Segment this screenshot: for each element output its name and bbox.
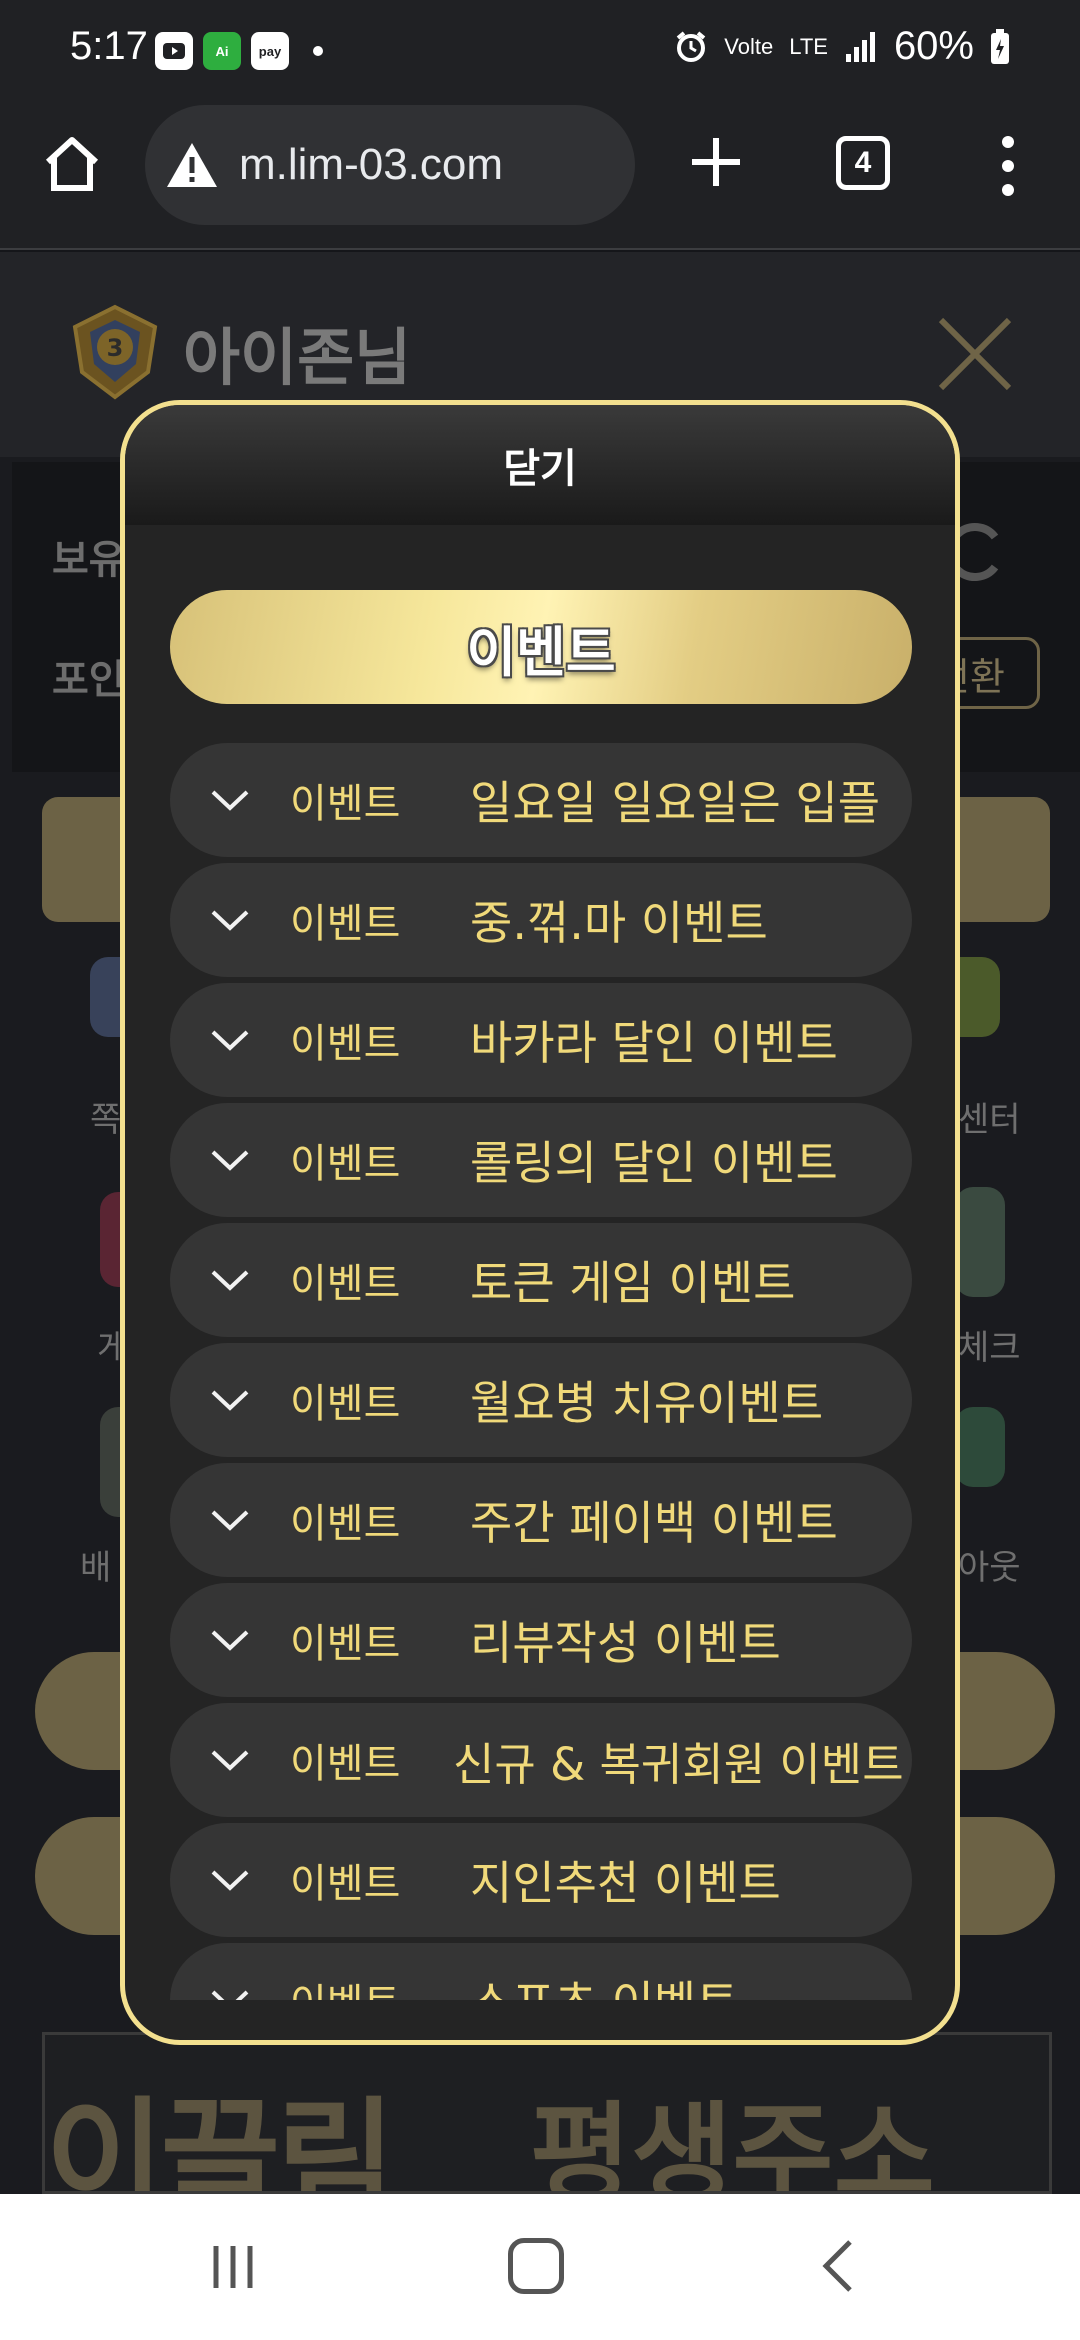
status-bar: 5:17 Ai pay Volte LTE 60% — [0, 0, 1080, 100]
background-banner: 이끌림 평생주소 — [42, 2032, 1052, 2194]
svg-text:3: 3 — [107, 334, 124, 362]
event-name: 스포츠 이벤트 — [470, 1967, 739, 2000]
event-category: 이벤트 — [290, 901, 401, 947]
event-item[interactable]: 이벤트 월요병 치유이벤트 — [170, 1343, 912, 1457]
chevron-down-icon — [211, 1990, 249, 2000]
event-item[interactable]: 이벤트 일요일 일요일은 입플 — [170, 743, 912, 857]
event-name: 월요병 치유이벤트 — [470, 1376, 824, 1430]
event-name: 일요일 일요일은 입플 — [470, 776, 881, 830]
screen: 5:17 Ai pay Volte LTE 60% m.lim-03.com 4 — [0, 0, 1080, 2340]
home-button-icon[interactable] — [508, 2238, 564, 2294]
tab-switcher-button[interactable]: 4 — [836, 136, 890, 190]
background-point-label: 포인 — [52, 657, 126, 703]
background-left-label-1: 쪽 — [90, 1100, 122, 1140]
background-close-icon — [938, 317, 1012, 391]
background-logout-icon — [955, 1407, 1005, 1487]
event-item[interactable]: 이벤트 지인추천 이벤트 — [170, 1823, 912, 1937]
system-icons: Volte LTE 60% — [674, 24, 1010, 69]
more-notifications-dot-icon — [313, 46, 323, 56]
event-category: 이벤트 — [290, 781, 401, 827]
chevron-down-icon — [211, 1030, 249, 1051]
event-name: 리뷰작성 이벤트 — [470, 1616, 781, 1670]
chevron-down-icon — [211, 1750, 249, 1771]
background-username: 아이존님 — [183, 321, 412, 394]
chevron-down-icon — [211, 1270, 249, 1291]
event-list[interactable]: 이벤트 일요일 일요일은 입플 이벤트 중.꺾.마 이벤트 이벤트 바카라 달인… — [170, 743, 912, 2000]
modal-header: 닫기 — [125, 405, 955, 525]
event-category: 이벤트 — [290, 1861, 401, 1907]
background-check-icon — [955, 1187, 1005, 1297]
event-name: 토큰 게임 이벤트 — [470, 1256, 796, 1310]
event-category: 이벤트 — [290, 1021, 401, 1067]
modal-body[interactable]: 이벤트 이벤트 일요일 일요일은 입플 이벤트 중.꺾.마 이벤트 이벤트 바카… — [125, 525, 955, 2000]
event-item[interactable]: 이벤트 롤링의 달인 이벤트 — [170, 1103, 912, 1217]
event-item[interactable]: 이벤트 리뷰작성 이벤트 — [170, 1583, 912, 1697]
browser-menu-icon[interactable] — [996, 136, 1020, 196]
chevron-down-icon — [211, 1150, 249, 1171]
status-time: 5:17 — [70, 24, 148, 68]
event-category: 이벤트 — [290, 1621, 401, 1667]
level-badge-icon: 3 — [72, 304, 158, 400]
battery-icon — [991, 28, 1009, 64]
event-item[interactable]: 이벤트 주간 페이백 이벤트 — [170, 1463, 912, 1577]
lte-indicator: LTE — [789, 33, 828, 59]
pay-icon: pay — [251, 32, 289, 70]
event-title: 이벤트 — [466, 620, 616, 684]
event-name: 중.꺾.마 이벤트 — [470, 896, 768, 950]
background-right-label-3: 아웃 — [958, 1548, 1021, 1588]
messaging-icon-label: Ai — [215, 43, 229, 59]
chevron-down-icon — [211, 1510, 249, 1531]
tab-count: 4 — [854, 146, 872, 179]
background-right-label-2: 체크 — [958, 1328, 1021, 1368]
event-name: 주간 페이백 이벤트 — [470, 1496, 838, 1550]
chevron-down-icon — [211, 1870, 249, 1891]
event-item[interactable]: 이벤트 바카라 달인 이벤트 — [170, 983, 912, 1097]
address-bar[interactable]: m.lim-03.com — [145, 105, 635, 225]
event-item[interactable]: 이벤트 신규 & 복귀회원 이벤트 — [170, 1703, 912, 1817]
back-icon[interactable] — [818, 2238, 858, 2294]
url-text[interactable]: m.lim-03.com — [239, 140, 503, 190]
alarm-icon — [677, 30, 706, 62]
signal-icon — [845, 31, 875, 62]
messaging-icon: Ai — [203, 32, 241, 70]
new-tab-plus-icon[interactable] — [684, 130, 748, 194]
event-modal: 닫기 이벤트 이벤트 일요일 일요일은 입플 이벤트 중.꺾.마 이벤트 이벤트… — [120, 400, 960, 2045]
event-category: 이벤트 — [290, 1501, 401, 1547]
event-name: 지인추천 이벤트 — [470, 1856, 781, 1910]
system-navigation-bar — [0, 2194, 1080, 2340]
event-item[interactable]: 이벤트 스포츠 이벤트 — [170, 1943, 912, 2000]
browser-toolbar: m.lim-03.com 4 — [0, 100, 1080, 250]
youtube-icon — [155, 32, 193, 70]
event-category: 이벤트 — [290, 1971, 400, 2000]
event-item[interactable]: 이벤트 토큰 게임 이벤트 — [170, 1223, 912, 1337]
event-category: 이벤트 — [290, 1381, 401, 1427]
volte-indicator: Volte — [724, 33, 774, 59]
background-left-label-3: 배 — [80, 1548, 112, 1588]
battery-percent: 60% — [893, 24, 974, 68]
event-name: 바카라 달인 이벤트 — [470, 1016, 838, 1070]
background-banner-right-text: 평생주소 — [530, 2091, 935, 2194]
event-item[interactable]: 이벤트 중.꺾.마 이벤트 — [170, 863, 912, 977]
event-category: 이벤트 — [290, 1741, 401, 1787]
background-banner-left-text: 이끌림 — [45, 2084, 396, 2194]
recent-apps-icon[interactable] — [208, 2242, 258, 2292]
close-button[interactable]: 닫기 — [503, 436, 577, 494]
notification-icons: Ai pay — [155, 32, 323, 70]
background-right-label-1: 센터 — [958, 1100, 1021, 1140]
chevron-down-icon — [211, 1630, 249, 1651]
chevron-down-icon — [211, 790, 249, 811]
event-category: 이벤트 — [290, 1261, 401, 1307]
background-hold-label: 보유 — [52, 537, 126, 583]
chevron-down-icon — [211, 910, 249, 931]
pay-icon-label: pay — [258, 43, 282, 59]
event-name: 신규 & 복귀회원 이벤트 — [453, 1737, 904, 1791]
event-category: 이벤트 — [290, 1141, 401, 1187]
not-secure-warning-icon[interactable] — [165, 140, 219, 190]
home-icon[interactable] — [40, 132, 104, 196]
event-name: 롤링의 달인 이벤트 — [470, 1136, 838, 1190]
event-title-pill: 이벤트 — [170, 590, 912, 704]
chevron-down-icon — [211, 1390, 249, 1411]
